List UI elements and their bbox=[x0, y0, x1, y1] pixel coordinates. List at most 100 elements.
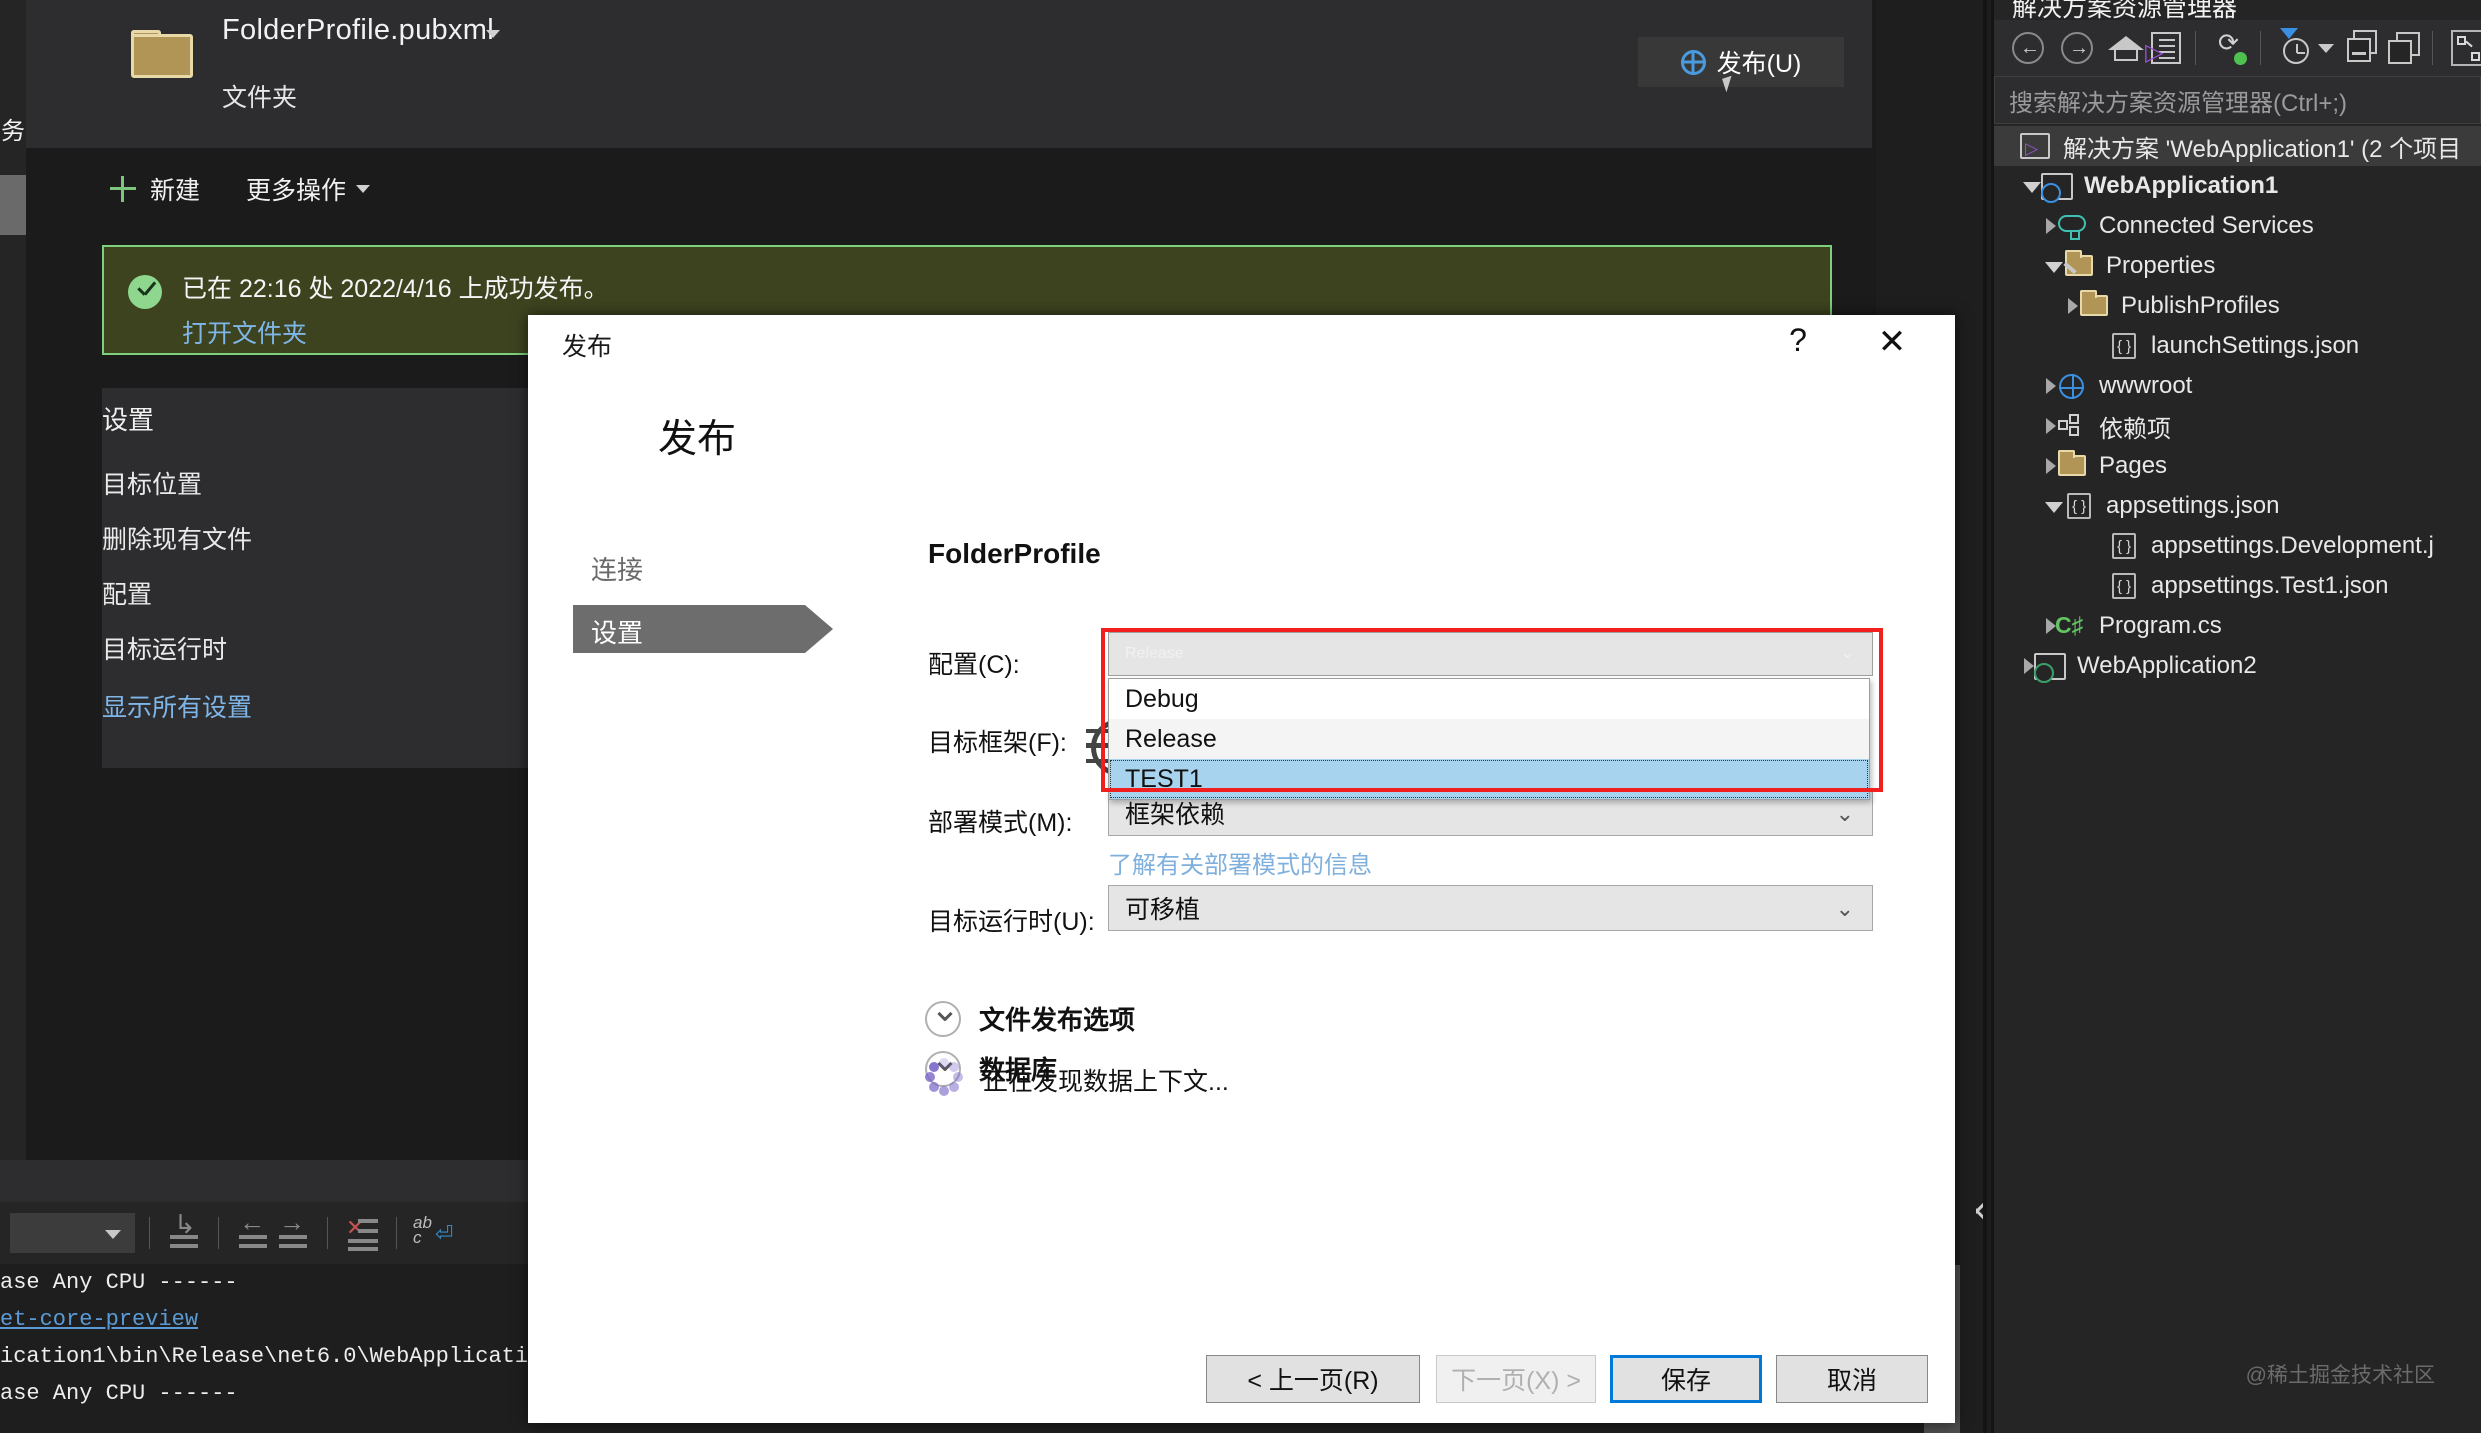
left-strip-selection[interactable] bbox=[0, 175, 26, 235]
configuration-highlight-annotation bbox=[1101, 628, 1883, 792]
save-button[interactable]: 保存 bbox=[1610, 1355, 1762, 1403]
tree-item-label: Pages bbox=[2099, 452, 2168, 479]
plus-icon bbox=[110, 176, 136, 202]
previous-button[interactable]: < 上一页(R) bbox=[1206, 1355, 1420, 1403]
dialog-nav-settings-arrow bbox=[805, 605, 833, 653]
tree-item[interactable]: { } appsettings.Development.j bbox=[1994, 526, 2481, 566]
setting-delete-existing: 删除现有文件 bbox=[102, 526, 253, 554]
new-button-label: 新建 bbox=[150, 177, 201, 205]
file-publish-options-label: 文件发布选项 bbox=[979, 1005, 1136, 1035]
tree-item[interactable]: wwwroot bbox=[1994, 366, 2481, 406]
discovery-status-text: 正在发现数据上下文... bbox=[983, 1068, 1229, 1096]
expand-arrow-icon[interactable] bbox=[2046, 378, 2056, 394]
publish-header: FolderProfile.pubxml 文件夹 发布(U) bbox=[26, 0, 1872, 148]
tree-item[interactable]: Connected Services bbox=[1994, 206, 2481, 246]
tree-item[interactable]: Pages bbox=[1994, 446, 2481, 486]
solution-explorer-panel: 解决方案资源管理器 ← → ▷ ⟳ 搜索解决方案资源管理器(Ctrl+;) ▷ … bbox=[1994, 0, 2481, 1433]
left-strip-label: 务 bbox=[1, 118, 25, 145]
vs-document-icon[interactable]: ▷ bbox=[2145, 28, 2182, 68]
tree-item-label: WebApplication1 bbox=[2084, 172, 2279, 199]
label-target-framework: 目标框架(F): bbox=[928, 729, 1067, 757]
more-actions-label: 更多操作 bbox=[246, 177, 347, 205]
solution-explorer-search-input[interactable]: 搜索解决方案资源管理器(Ctrl+;) bbox=[1994, 76, 2481, 124]
expand-arrow-icon[interactable] bbox=[2024, 658, 2034, 674]
toggle-word-wrap-icon[interactable]: ab c ⏎ bbox=[411, 1213, 453, 1253]
help-icon[interactable]: ? bbox=[1776, 318, 1820, 362]
show-all-files-icon[interactable] bbox=[2384, 28, 2420, 68]
tree-item[interactable]: Properties bbox=[1994, 246, 2481, 286]
setting-configuration: 配置 bbox=[102, 581, 153, 609]
left-activity-strip: 务 bbox=[0, 0, 26, 1160]
close-icon[interactable]: ✕ bbox=[1868, 318, 1916, 366]
tree-item-label: Properties bbox=[2106, 252, 2216, 279]
tree-item-label: 依赖项 bbox=[2099, 415, 2171, 443]
refresh-icon[interactable]: ⟳ bbox=[2212, 28, 2247, 68]
banner-message: 已在 22:16 处 2022/4/16 上成功发布。 bbox=[182, 275, 609, 303]
tree-item[interactable]: 依赖项 bbox=[1994, 406, 2481, 446]
expand-arrow-icon[interactable] bbox=[2068, 298, 2078, 314]
output-source-select[interactable] bbox=[10, 1213, 135, 1253]
view-class-diagram-icon[interactable] bbox=[2449, 28, 2481, 68]
publish-settings-list: 设置 目标位置 删除现有文件 配置 目标运行时 显示所有设置 bbox=[102, 400, 542, 724]
clear-all-icon[interactable]: ✕ bbox=[342, 1213, 382, 1253]
solution-explorer-toolbar: ← → ▷ ⟳ bbox=[1994, 20, 2481, 76]
tree-item[interactable]: { } appsettings.Test1.json bbox=[1994, 566, 2481, 606]
dialog-nav-connect[interactable]: 连接 bbox=[591, 550, 643, 587]
next-button: 下一页(X) > bbox=[1436, 1355, 1596, 1403]
publish-globe-icon bbox=[1680, 49, 1736, 92]
tree-item[interactable]: C♯ Program.cs bbox=[1994, 606, 2481, 646]
search-placeholder: 搜索解决方案资源管理器(Ctrl+;) bbox=[2009, 89, 2347, 117]
collapse-arrow-icon[interactable] bbox=[2023, 182, 2041, 193]
collapse-all-icon[interactable] bbox=[2343, 28, 2377, 68]
setting-target-runtime: 目标运行时 bbox=[102, 636, 228, 664]
chevron-down-icon[interactable] bbox=[2317, 43, 2334, 53]
expand-arrow-icon[interactable] bbox=[2046, 418, 2056, 434]
deployment-mode-learn-link[interactable]: 了解有关部署模式的信息 bbox=[1108, 845, 1372, 880]
profile-name: FolderProfile.pubxml bbox=[222, 14, 494, 46]
pending-changes-filter-icon[interactable] bbox=[2277, 28, 2309, 68]
success-check-icon bbox=[128, 275, 162, 309]
open-folder-link[interactable]: 打开文件夹 bbox=[182, 314, 307, 350]
tree-item[interactable]: ▷ 解决方案 'WebApplication1' (2 个项目 bbox=[1994, 126, 2481, 166]
pane-divider bbox=[1983, 0, 1987, 1433]
profile-type: 文件夹 bbox=[222, 84, 298, 112]
setting-target-location: 目标位置 bbox=[102, 471, 203, 499]
cancel-button[interactable]: 取消 bbox=[1776, 1355, 1928, 1403]
more-actions-button[interactable]: 更多操作 bbox=[246, 171, 371, 207]
publish-button-label: 发布(U) bbox=[1716, 50, 1802, 78]
watermark: @稀土掘金技术社区 bbox=[2245, 1364, 2435, 1387]
next-message-icon[interactable]: → bbox=[273, 1209, 313, 1253]
tree-item-label: PublishProfiles bbox=[2121, 292, 2280, 319]
tree-item[interactable]: WebApplication1 bbox=[1994, 166, 2481, 206]
tree-item[interactable]: { } appsettings.json bbox=[1994, 486, 2481, 526]
screen-root: 务 FolderProfile.pubxml 文件夹 发布(U) 新建 更多操作… bbox=[0, 0, 2481, 1433]
tree-item[interactable]: WebApplication2 bbox=[1994, 646, 2481, 686]
chevron-down-icon: ⌄ bbox=[1835, 801, 1854, 826]
dialog-nav-settings[interactable]: 设置 bbox=[591, 613, 643, 650]
expand-arrow-icon[interactable] bbox=[2046, 218, 2056, 234]
forward-icon[interactable]: → bbox=[2057, 28, 2097, 68]
target-runtime-value: 可移植 bbox=[1125, 896, 1201, 924]
tree-item-label: launchSettings.json bbox=[2151, 332, 2360, 359]
tree-item-label: 解决方案 'WebApplication1' (2 个项目 bbox=[2063, 135, 2462, 163]
home-icon[interactable] bbox=[2106, 28, 2144, 68]
loading-spinner-icon bbox=[925, 1058, 963, 1096]
chevron-down-icon: ⌄ bbox=[1835, 896, 1854, 921]
previous-message-icon[interactable]: ← bbox=[233, 1209, 273, 1253]
dialog-profile-title: FolderProfile bbox=[928, 538, 1101, 569]
back-icon[interactable]: ← bbox=[2008, 28, 2048, 68]
file-publish-options-section[interactable]: 文件发布选项 bbox=[925, 1000, 1135, 1037]
go-to-message-icon[interactable]: ↳ bbox=[164, 1211, 204, 1253]
tree-item-label: appsettings.json bbox=[2106, 492, 2280, 519]
folder-icon bbox=[131, 30, 193, 78]
dialog-window-title: 发布 bbox=[562, 333, 613, 361]
publish-button[interactable]: 发布(U) bbox=[1638, 37, 1844, 92]
collapse-arrow-icon[interactable] bbox=[2045, 502, 2063, 513]
tree-item[interactable]: { } launchSettings.json bbox=[1994, 326, 2481, 366]
new-button[interactable]: 新建 bbox=[110, 171, 200, 207]
target-runtime-select[interactable]: 可移植 ⌄ bbox=[1108, 885, 1873, 931]
show-all-settings-link[interactable]: 显示所有设置 bbox=[102, 688, 542, 724]
tree-item[interactable]: PublishProfiles bbox=[1994, 286, 2481, 326]
chevron-down-icon[interactable] bbox=[486, 30, 500, 38]
expand-arrow-icon[interactable] bbox=[2046, 458, 2056, 474]
